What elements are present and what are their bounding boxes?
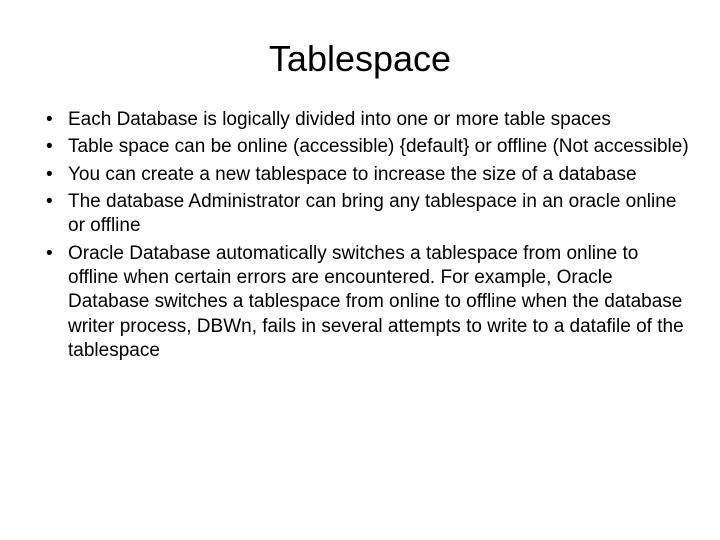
slide-title: Tablespace <box>30 38 690 80</box>
list-item: Each Database is logically divided into … <box>40 108 690 132</box>
list-item: Oracle Database automatically switches a… <box>40 242 690 364</box>
bullet-list: Each Database is logically divided into … <box>30 108 690 363</box>
list-item: You can create a new tablespace to incre… <box>40 163 690 187</box>
list-item: The database Administrator can bring any… <box>40 190 690 239</box>
list-item: Table space can be online (accessible) {… <box>40 135 690 159</box>
